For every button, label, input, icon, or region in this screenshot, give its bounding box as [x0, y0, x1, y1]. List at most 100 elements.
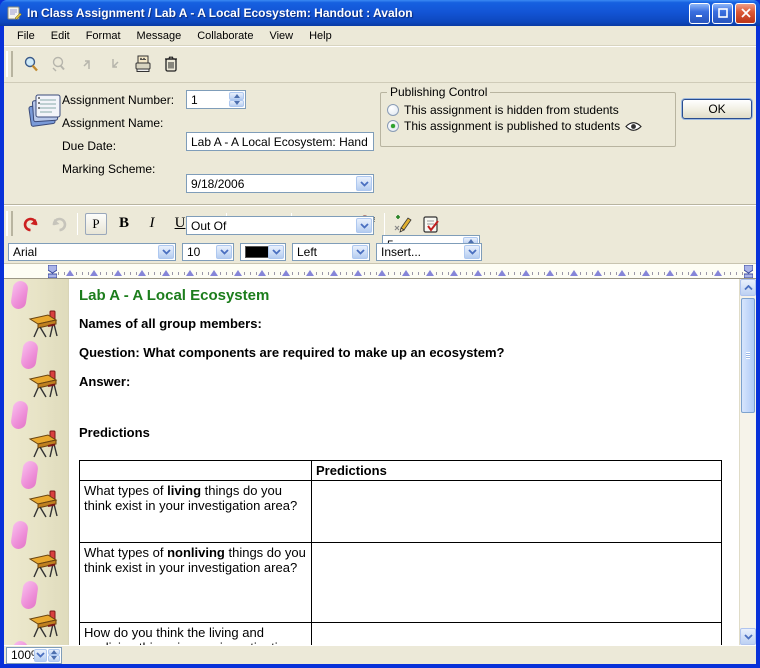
close-button[interactable]	[735, 3, 756, 24]
menu-file[interactable]: File	[9, 28, 43, 44]
tab-stop-icon[interactable]	[210, 270, 218, 276]
font-size-combo[interactable]: 10	[182, 243, 234, 261]
tab-stop-icon[interactable]	[138, 270, 146, 276]
menu-view[interactable]: View	[261, 28, 301, 44]
tab-stop-icon[interactable]	[354, 270, 362, 276]
menu-edit[interactable]: Edit	[43, 28, 78, 44]
chevron-down-icon[interactable]	[464, 245, 480, 259]
answer-cell[interactable]	[312, 543, 722, 623]
minimize-button[interactable]	[689, 3, 710, 24]
chevron-down-icon[interactable]	[158, 245, 174, 259]
zoom-level-combo[interactable]: 100%	[6, 647, 62, 664]
left-indent-marker[interactable]	[48, 265, 57, 278]
italic-button[interactable]: I	[139, 211, 165, 237]
tab-stop-icon[interactable]	[546, 270, 554, 276]
scroll-down-icon[interactable]	[740, 628, 756, 645]
school-desk-icon	[26, 309, 60, 342]
marking-scheme-combo[interactable]: Out Of	[186, 216, 374, 235]
tab-stop-icon[interactable]	[690, 270, 698, 276]
tab-stop-icon[interactable]	[258, 270, 266, 276]
assignment-name-input[interactable]: Lab A - A Local Ecosystem: Hand	[186, 132, 374, 151]
chevron-down-icon[interactable]	[352, 245, 368, 259]
tab-stop-icon[interactable]	[114, 270, 122, 276]
zoom-icon[interactable]	[18, 51, 44, 77]
assignment-number-spinner[interactable]: 1	[186, 90, 246, 109]
paragraph-style-button[interactable]: P	[83, 211, 109, 237]
chevron-down-icon[interactable]	[34, 649, 47, 662]
tab-stop-icon[interactable]	[378, 270, 386, 276]
spinner-buttons[interactable]	[229, 92, 244, 107]
undo-icon[interactable]	[18, 211, 44, 237]
tab-stop-icon[interactable]	[162, 270, 170, 276]
delete-trash-icon[interactable]	[158, 51, 184, 77]
tab-stop-icon[interactable]	[618, 270, 626, 276]
radio-unselected-icon[interactable]	[387, 104, 399, 116]
alignment-combo[interactable]: Left	[292, 243, 370, 261]
tab-stop-icon[interactable]	[90, 270, 98, 276]
answer-cell[interactable]	[312, 623, 722, 646]
find-replace-icon[interactable]	[46, 51, 72, 77]
tab-stop-icon[interactable]	[450, 270, 458, 276]
ruler[interactable]	[4, 263, 756, 279]
toolbar-gripper[interactable]	[6, 211, 13, 236]
vertical-scrollbar[interactable]	[739, 279, 756, 645]
menu-help[interactable]: Help	[301, 28, 340, 44]
tab-stop-icon[interactable]	[666, 270, 674, 276]
menu-format[interactable]: Format	[78, 28, 129, 44]
tab-stop-icon[interactable]	[66, 270, 74, 276]
ok-button[interactable]: OK	[682, 99, 752, 119]
tab-stop-icon[interactable]	[522, 270, 530, 276]
font-color-swatch	[245, 246, 269, 258]
chevron-down-icon[interactable]	[356, 176, 372, 191]
publishing-control-title: Publishing Control	[387, 85, 490, 99]
next-arrow-icon[interactable]	[102, 51, 128, 77]
hidden-from-students-option[interactable]: This assignment is hidden from students	[387, 103, 669, 117]
prev-arrow-icon[interactable]	[74, 51, 100, 77]
tab-stop-icon[interactable]	[594, 270, 602, 276]
menu-message[interactable]: Message	[129, 28, 190, 44]
tab-stop-icon[interactable]	[234, 270, 242, 276]
tab-stop-icon[interactable]	[402, 270, 410, 276]
document-content[interactable]: Lab A - A Local Ecosystem Names of all g…	[69, 279, 739, 645]
toolbar-gripper[interactable]	[6, 51, 13, 76]
due-date-combo[interactable]: 9/18/2006	[186, 174, 374, 193]
tab-stop-icon[interactable]	[570, 270, 578, 276]
tab-stop-icon[interactable]	[426, 270, 434, 276]
font-family-combo[interactable]: Arial	[8, 243, 176, 261]
notepad-stack-icon	[24, 91, 64, 129]
published-to-students-option[interactable]: This assignment is published to students	[387, 119, 669, 133]
print-icon[interactable]	[130, 51, 156, 77]
eraser-icon	[10, 520, 29, 550]
radio-selected-icon[interactable]	[387, 120, 399, 132]
doc-paragraph: Question: What components are required t…	[79, 345, 729, 360]
bold-button[interactable]: B	[111, 211, 137, 237]
school-desk-icon	[26, 369, 60, 402]
answer-cell[interactable]	[312, 481, 722, 543]
tab-stop-icon[interactable]	[498, 270, 506, 276]
redo-icon[interactable]	[46, 211, 72, 237]
zoom-spinner-buttons[interactable]	[48, 649, 60, 662]
scrollbar-track[interactable]	[740, 415, 756, 628]
title-bar[interactable]: In Class Assignment / Lab A - A Local Ec…	[0, 0, 760, 26]
maximize-button[interactable]	[712, 3, 733, 24]
tab-stop-icon[interactable]	[714, 270, 722, 276]
chevron-down-icon[interactable]	[268, 245, 284, 259]
tab-stop-icon[interactable]	[306, 270, 314, 276]
scroll-up-icon[interactable]	[740, 279, 756, 296]
chevron-down-icon[interactable]	[356, 218, 372, 233]
scrollbar-thumb[interactable]	[741, 298, 755, 413]
tab-stop-icon[interactable]	[282, 270, 290, 276]
insert-combo[interactable]: Insert...	[376, 243, 482, 261]
tab-stop-icon[interactable]	[330, 270, 338, 276]
tab-stop-icon[interactable]	[186, 270, 194, 276]
font-color-combo[interactable]	[240, 243, 286, 261]
doc-paragraph: Answer:	[79, 374, 729, 389]
table-header-row: Predictions	[80, 461, 722, 481]
tab-stop-icon[interactable]	[474, 270, 482, 276]
form-check-icon[interactable]	[418, 211, 444, 237]
menu-collaborate[interactable]: Collaborate	[189, 28, 261, 44]
tab-stop-icon[interactable]	[642, 270, 650, 276]
right-indent-marker[interactable]	[744, 265, 753, 278]
chevron-down-icon[interactable]	[216, 245, 232, 259]
annotate-pencil-icon[interactable]	[390, 211, 416, 237]
